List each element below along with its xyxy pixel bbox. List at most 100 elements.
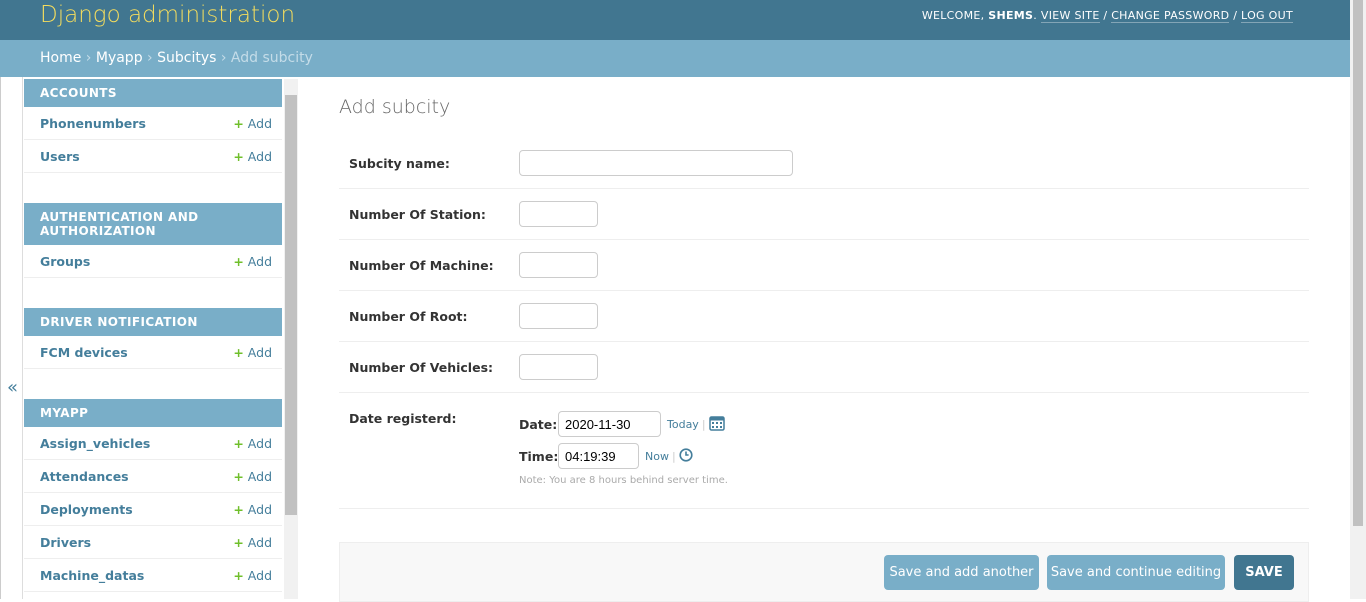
add-label: Add bbox=[247, 253, 272, 269]
save-and-continue-button[interactable]: Save and continue editing bbox=[1047, 555, 1225, 590]
breadcrumb: Home › Myapp › Subcitys › Add subcity bbox=[0, 40, 1350, 77]
sidebar-add-link[interactable]: + Add bbox=[233, 502, 272, 517]
time-label: Time: bbox=[519, 448, 559, 464]
breadcrumb-model[interactable]: Subcitys bbox=[157, 50, 216, 66]
date-registerd-label: Date registerd: bbox=[349, 411, 457, 426]
sidebar-add-link[interactable]: + Add bbox=[233, 568, 272, 583]
main-content: Add subcity Subcity name: Number Of Stat… bbox=[339, 96, 1309, 509]
header: Django administration Welcome, SHEMS. Vi… bbox=[0, 0, 1350, 40]
sidebar-module-caption[interactable]: MYAPP bbox=[24, 399, 282, 427]
save-button[interactable]: SAVE bbox=[1234, 555, 1294, 590]
plus-icon: + bbox=[233, 567, 244, 583]
add-label: Add bbox=[247, 435, 272, 451]
sidebar-module-caption[interactable]: DRIVER NOTIFICATION bbox=[24, 308, 282, 336]
plus-icon: + bbox=[233, 468, 244, 484]
plus-icon: + bbox=[233, 115, 244, 131]
time-input[interactable] bbox=[558, 443, 639, 469]
clock-icon[interactable] bbox=[679, 447, 693, 465]
page-title: Add subcity bbox=[339, 96, 451, 118]
log-out-link[interactable]: Log out bbox=[1241, 9, 1293, 23]
breadcrumb-app[interactable]: Myapp bbox=[96, 50, 143, 66]
timezone-note: Note: You are 8 hours behind server time… bbox=[519, 475, 728, 486]
sidebar-item-link[interactable]: Groups bbox=[40, 254, 90, 269]
sidebar-module: AUTHENTICATION AND AUTHORIZATION Groups + A… bbox=[24, 203, 282, 278]
welcome-text: Welcome, bbox=[921, 9, 985, 22]
sidebar-item-link[interactable]: Attendances bbox=[40, 469, 129, 484]
username: SHEMS bbox=[988, 9, 1034, 22]
sidebar-item: Users + Add bbox=[24, 140, 282, 173]
sidebar-item: Groups + Add bbox=[24, 245, 282, 278]
add-label: Add bbox=[247, 344, 272, 360]
nav-sidebar: ACCOUNTS Phonenumbers + Add Users + Add AUTHENT… bbox=[24, 79, 282, 599]
submit-row: Save and add another Save and continue e… bbox=[339, 542, 1309, 602]
add-label: Add bbox=[247, 468, 272, 484]
plus-icon: + bbox=[233, 344, 244, 360]
today-link[interactable]: Today bbox=[667, 418, 699, 431]
sidebar-item: FCM devices + Add bbox=[24, 336, 282, 369]
sidebar-item-link[interactable]: Deployments bbox=[40, 502, 133, 517]
num-station-input[interactable] bbox=[519, 201, 598, 227]
collapse-sidebar-icon[interactable]: « bbox=[7, 377, 18, 398]
sidebar-module-caption[interactable]: AUTHENTICATION AND AUTHORIZATION bbox=[24, 203, 282, 245]
sidebar-scrollbar-thumb[interactable] bbox=[285, 95, 297, 515]
num-vehicles-input[interactable] bbox=[519, 354, 598, 380]
date-label: Date: bbox=[519, 416, 558, 432]
page-scrollbar-thumb[interactable] bbox=[1353, 0, 1363, 526]
view-site-link[interactable]: View site bbox=[1040, 9, 1100, 23]
subcity-name-input[interactable] bbox=[519, 150, 793, 176]
plus-icon: + bbox=[233, 501, 244, 517]
sidebar-module: ACCOUNTS Phonenumbers + Add Users + Add bbox=[24, 79, 282, 173]
sidebar-add-link[interactable]: + Add bbox=[233, 535, 272, 550]
sidebar-item: Attendances + Add bbox=[24, 460, 282, 493]
sidebar-add-link[interactable]: + Add bbox=[233, 436, 272, 451]
site-brand[interactable]: Django administration bbox=[40, 2, 295, 28]
change-password-link[interactable]: Change password bbox=[1111, 9, 1230, 23]
num-vehicles-label: Number Of Vehicles: bbox=[349, 359, 494, 375]
now-link[interactable]: Now bbox=[645, 450, 669, 463]
num-root-input[interactable] bbox=[519, 303, 598, 329]
form-row-num-vehicles: Number Of Vehicles: bbox=[339, 342, 1309, 393]
sidebar-add-link[interactable]: + Add bbox=[233, 254, 272, 269]
breadcrumb-sep: › bbox=[147, 50, 153, 66]
sidebar-module: DRIVER NOTIFICATION FCM devices + Add bbox=[24, 308, 282, 369]
nav-sidebar-toggle[interactable]: « bbox=[0, 77, 23, 599]
sidebar-item-link[interactable]: Machine_datas bbox=[40, 568, 144, 583]
plus-icon: + bbox=[233, 534, 244, 550]
form-row-num-machine: Number Of Machine: bbox=[339, 240, 1309, 291]
sidebar-module: MYAPP Assign_vehicles + Add Attendances + Add D… bbox=[24, 399, 282, 592]
calendar-icon[interactable] bbox=[708, 415, 725, 434]
user-tools: Welcome, SHEMS. View site / Change passw… bbox=[921, 9, 1293, 23]
breadcrumb-home[interactable]: Home bbox=[40, 50, 81, 66]
sidebar-add-link[interactable]: + Add bbox=[233, 345, 272, 360]
form-row-num-station: Number Of Station: bbox=[339, 189, 1309, 240]
plus-icon: + bbox=[233, 253, 244, 269]
sidebar-add-link[interactable]: + Add bbox=[233, 149, 272, 164]
sidebar-item-link[interactable]: Users bbox=[40, 149, 80, 164]
sidebar-item-link[interactable]: Phonenumbers bbox=[40, 116, 146, 131]
add-label: Add bbox=[247, 115, 272, 131]
plus-icon: + bbox=[233, 435, 244, 451]
datetime-widget: Date: Today | Time: Now | Note: You are … bbox=[519, 411, 728, 486]
sidebar-add-link[interactable]: + Add bbox=[233, 116, 272, 131]
plus-icon: + bbox=[233, 148, 244, 164]
date-input[interactable] bbox=[558, 411, 661, 437]
save-and-add-another-button[interactable]: Save and add another bbox=[884, 555, 1039, 590]
separator: | bbox=[671, 449, 676, 463]
page-scrollbar[interactable] bbox=[1350, 0, 1366, 599]
sidebar-scrollbar[interactable] bbox=[284, 79, 298, 599]
num-root-label: Number Of Root: bbox=[349, 308, 468, 324]
breadcrumb-current: Add subcity bbox=[230, 50, 313, 66]
num-machine-input[interactable] bbox=[519, 252, 598, 278]
separator: | bbox=[701, 417, 706, 431]
sidebar-item-link[interactable]: Assign_vehicles bbox=[40, 436, 150, 451]
sidebar-item: Machine_datas + Add bbox=[24, 559, 282, 592]
form-row-date-registerd: Date registerd: Date: Today | Time: Now … bbox=[339, 393, 1309, 509]
form-row-num-root: Number Of Root: bbox=[339, 291, 1309, 342]
sidebar-item-link[interactable]: Drivers bbox=[40, 535, 91, 550]
sidebar-module-caption[interactable]: ACCOUNTS bbox=[24, 79, 282, 107]
add-label: Add bbox=[247, 567, 272, 583]
sidebar-item-link[interactable]: FCM devices bbox=[40, 345, 128, 360]
breadcrumb-sep: › bbox=[85, 50, 92, 66]
num-machine-label: Number Of Machine: bbox=[349, 257, 494, 273]
sidebar-add-link[interactable]: + Add bbox=[233, 469, 272, 484]
